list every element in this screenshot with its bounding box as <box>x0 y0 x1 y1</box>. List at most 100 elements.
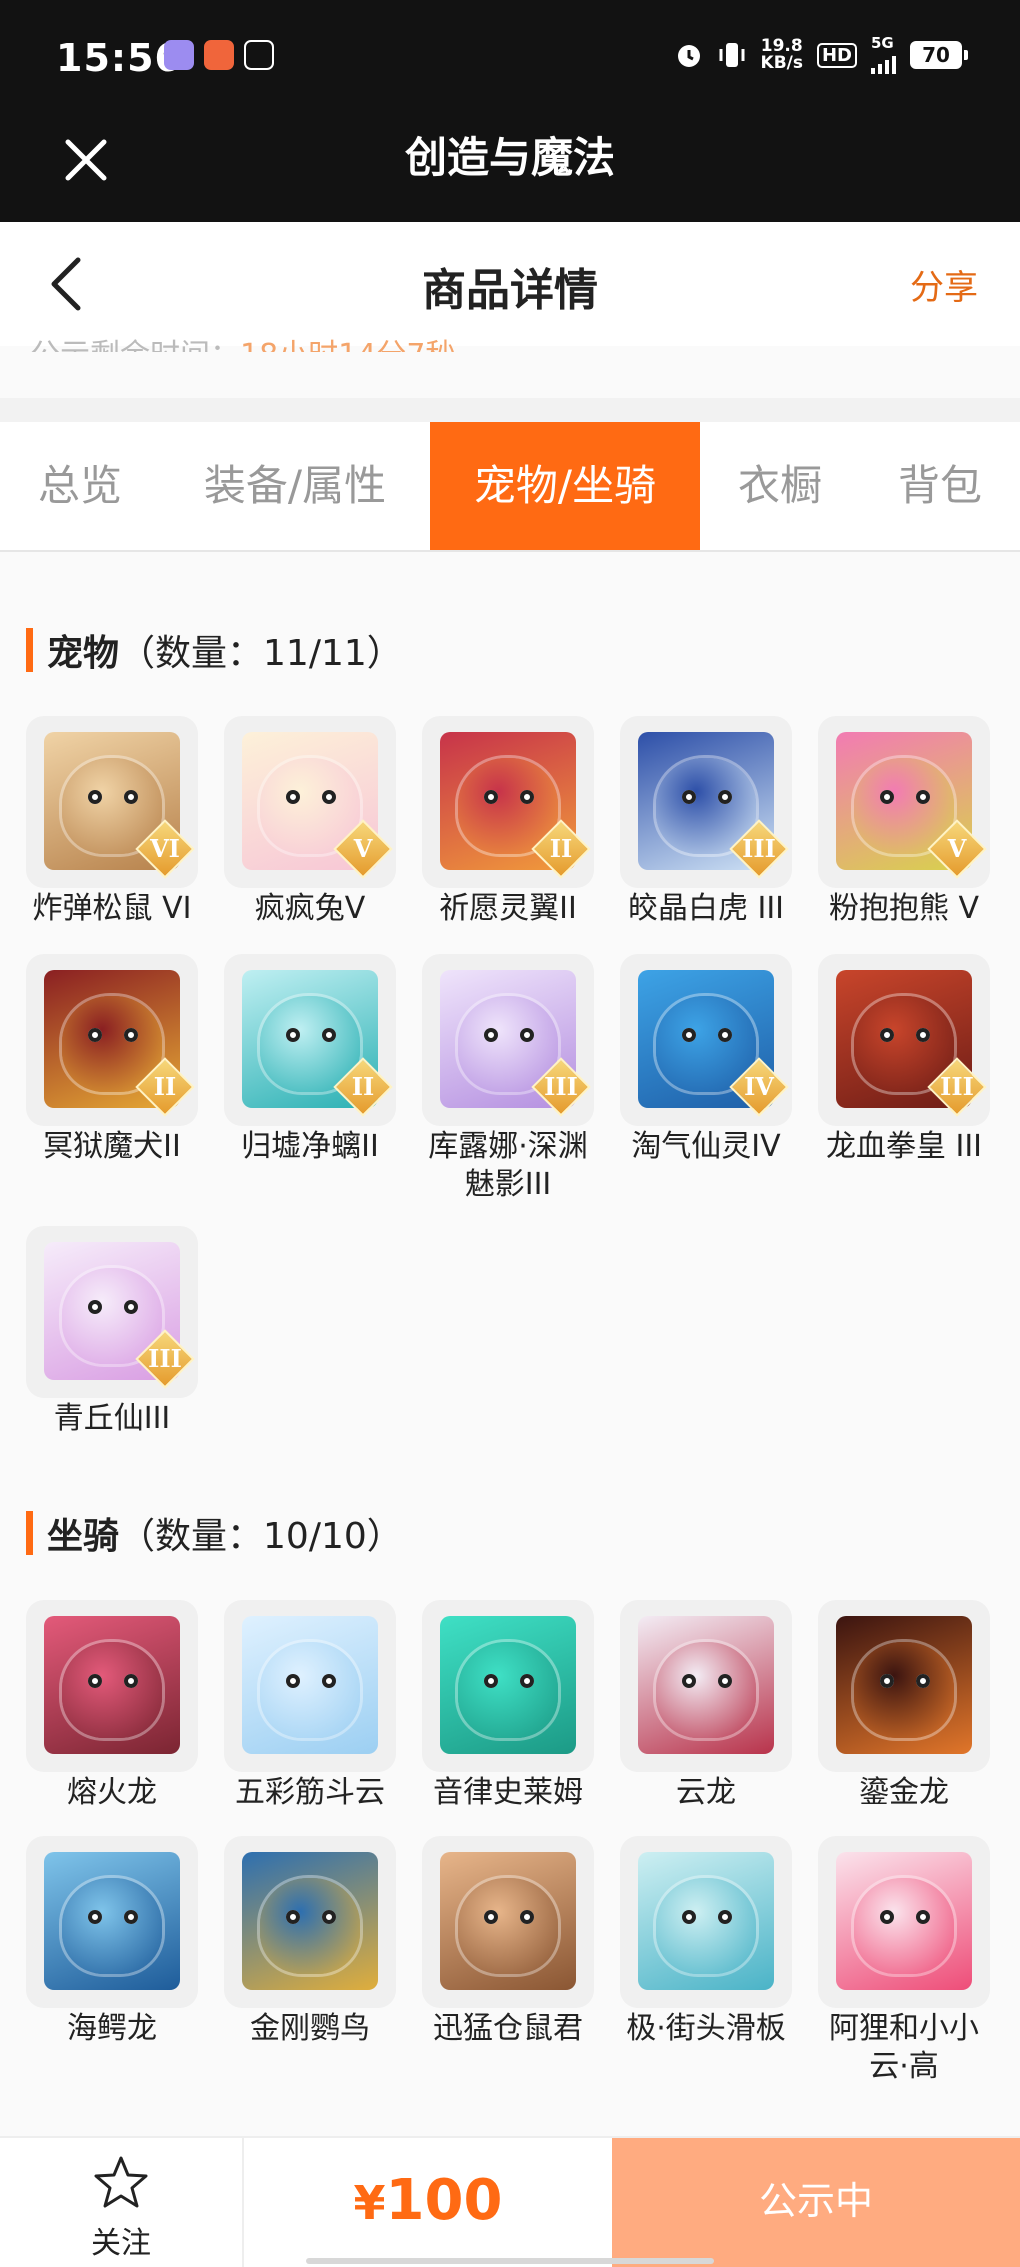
follow-button[interactable]: 关注 <box>0 2138 244 2267</box>
app-titlebar: 创造与魔法 <box>0 112 1020 222</box>
character-image <box>836 1852 972 1990</box>
mounts-section-title: 坐骑 （数量：10/10） <box>26 1507 403 1559</box>
publicity-status-button[interactable]: 公示中 <box>612 2138 1020 2267</box>
character-image <box>440 1852 576 1990</box>
accent-bar <box>26 1511 33 1555</box>
pet-item[interactable]: VI 炸弹松鼠 VI <box>26 716 198 928</box>
item-thumbnail <box>26 1836 198 2008</box>
pet-item[interactable]: II 归墟净螭II <box>224 954 396 1166</box>
item-thumbnail <box>818 1600 990 1772</box>
battery-icon: 70 <box>910 41 968 69</box>
share-button[interactable]: 分享 <box>910 260 978 309</box>
mount-item[interactable]: 音律史莱姆 <box>422 1600 594 1812</box>
countdown-text: 公示剩余时间：18小时14分7秒 <box>30 330 455 352</box>
item-name: 熔火龙 <box>67 1775 157 1810</box>
hd-badge: HD <box>816 42 857 68</box>
character-image <box>836 1616 972 1754</box>
mount-item[interactable]: 熔火龙 <box>26 1600 198 1812</box>
item-thumbnail: III <box>26 1226 198 1398</box>
pet-item[interactable]: III 皎晶白虎 III <box>620 716 792 928</box>
signal-indicator: 5G <box>871 36 896 74</box>
app-notification-icon <box>164 40 194 70</box>
page-title: 商品详情 <box>422 265 598 316</box>
item-name: 金刚鹦鸟 <box>250 2011 370 2046</box>
character-image <box>242 1616 378 1754</box>
item-thumbnail <box>620 1600 792 1772</box>
tab-wardrobe[interactable]: 衣橱 <box>720 422 840 550</box>
pet-item[interactable]: V 疯疯兔V <box>224 716 396 928</box>
item-name: 祈愿灵翼II <box>439 891 577 926</box>
item-name: 音律史莱姆 <box>433 1775 583 1810</box>
mount-item[interactable]: 阿狸和小小云·高 <box>818 1836 990 2086</box>
mount-item[interactable]: 云龙 <box>620 1600 792 1812</box>
pets-section-title: 宠物 （数量：11/11） <box>26 624 403 676</box>
mount-item[interactable]: 五彩筋斗云 <box>224 1600 396 1812</box>
pet-item[interactable]: III 龙血拳皇 III <box>818 954 990 1166</box>
character-image <box>44 1616 180 1754</box>
character-image <box>638 1616 774 1754</box>
mount-item[interactable]: 海鳄龙 <box>26 1836 198 2048</box>
mount-item[interactable]: 极·街头滑板 <box>620 1836 792 2048</box>
item-thumbnail: V <box>224 716 396 888</box>
item-thumbnail <box>818 1836 990 2008</box>
item-name: 龙血拳皇 III <box>825 1129 983 1164</box>
tab-backpack[interactable]: 背包 <box>870 422 1010 550</box>
item-thumbnail: II <box>224 954 396 1126</box>
tab-overview[interactable]: 总览 <box>10 422 150 550</box>
character-image <box>242 1852 378 1990</box>
item-thumbnail: III <box>818 954 990 1126</box>
tab-pets-mounts[interactable]: 宠物/坐骑 <box>430 422 700 550</box>
home-indicator <box>306 2258 714 2264</box>
item-name: 皎晶白虎 III <box>627 891 785 926</box>
mount-item[interactable]: 金刚鹦鸟 <box>224 1836 396 2048</box>
mount-item[interactable]: 鎏金龙 <box>818 1600 990 1812</box>
network-speed: 19.8 KB/s <box>760 36 803 73</box>
item-thumbnail: II <box>26 954 198 1126</box>
item-thumbnail: V <box>818 716 990 888</box>
item-thumbnail <box>620 1836 792 2008</box>
item-name: 归墟净螭II <box>241 1129 379 1164</box>
item-name: 极·街头滑板 <box>626 2011 786 2046</box>
system-status-bar: 15:56 19.8 KB/s HD 5G 70 <box>0 0 1020 112</box>
mount-item[interactable]: 迅猛仓鼠君 <box>422 1836 594 2048</box>
item-thumbnail <box>224 1600 396 1772</box>
character-image <box>44 1852 180 1990</box>
follow-label: 关注 <box>91 2226 151 2261</box>
item-name: 五彩筋斗云 <box>235 1775 385 1810</box>
item-name: 淘气仙灵IV <box>631 1129 781 1164</box>
bottom-action-bar: 关注 ¥100 公示中 <box>0 2136 1020 2267</box>
item-thumbnail <box>26 1600 198 1772</box>
item-name: 粉抱抱熊 V <box>828 891 980 926</box>
pet-item[interactable]: II 冥狱魔犬II <box>26 954 198 1166</box>
notification-icons <box>164 40 274 70</box>
item-name: 阿狸和小小云·高 <box>829 2011 979 2084</box>
section-divider <box>0 398 1020 422</box>
character-image <box>638 1852 774 1990</box>
pet-item[interactable]: II 祈愿灵翼II <box>422 716 594 928</box>
pets-grid: VI 炸弹松鼠 VI V 疯疯兔V II 祈愿灵翼II III 皎晶白虎 III V 粉抱抱熊 V… <box>26 716 1006 1436</box>
tab-equipment[interactable]: 装备/属性 <box>180 422 410 550</box>
pet-item[interactable]: III 库露娜·深渊魅影III <box>422 954 594 1204</box>
vibrate-icon <box>719 43 745 67</box>
item-name: 库露娜·深渊魅影III <box>428 1129 588 1202</box>
pet-item[interactable]: III 青丘仙III <box>26 1226 198 1438</box>
item-name: 青丘仙III <box>53 1401 171 1436</box>
page-header: 商品详情 分享 公示剩余时间：18小时14分7秒 <box>0 222 1020 352</box>
character-image <box>440 1616 576 1754</box>
item-name: 炸弹松鼠 VI <box>32 891 192 926</box>
item-thumbnail <box>224 1836 396 2008</box>
item-thumbnail: III <box>422 954 594 1126</box>
pet-item[interactable]: IV 淘气仙灵IV <box>620 954 792 1166</box>
item-name: 云龙 <box>676 1775 736 1810</box>
alarm-icon <box>677 45 700 67</box>
item-name: 迅猛仓鼠君 <box>433 2011 583 2046</box>
price: ¥100 <box>353 2168 503 2233</box>
item-thumbnail <box>422 1836 594 2008</box>
tab-bar: 总览 装备/属性 宠物/坐骑 衣橱 背包 <box>0 422 1020 552</box>
app-title: 创造与魔法 <box>404 133 615 182</box>
mounts-grid: 熔火龙 五彩筋斗云 音律史莱姆 云龙 鎏金龙海鳄龙 金刚鹦鸟 迅猛仓鼠君 极·街头滑板 阿狸和小… <box>26 1600 1006 2090</box>
item-name: 鎏金龙 <box>859 1775 949 1810</box>
item-thumbnail: VI <box>26 716 198 888</box>
accent-bar <box>26 628 33 672</box>
pet-item[interactable]: V 粉抱抱熊 V <box>818 716 990 928</box>
